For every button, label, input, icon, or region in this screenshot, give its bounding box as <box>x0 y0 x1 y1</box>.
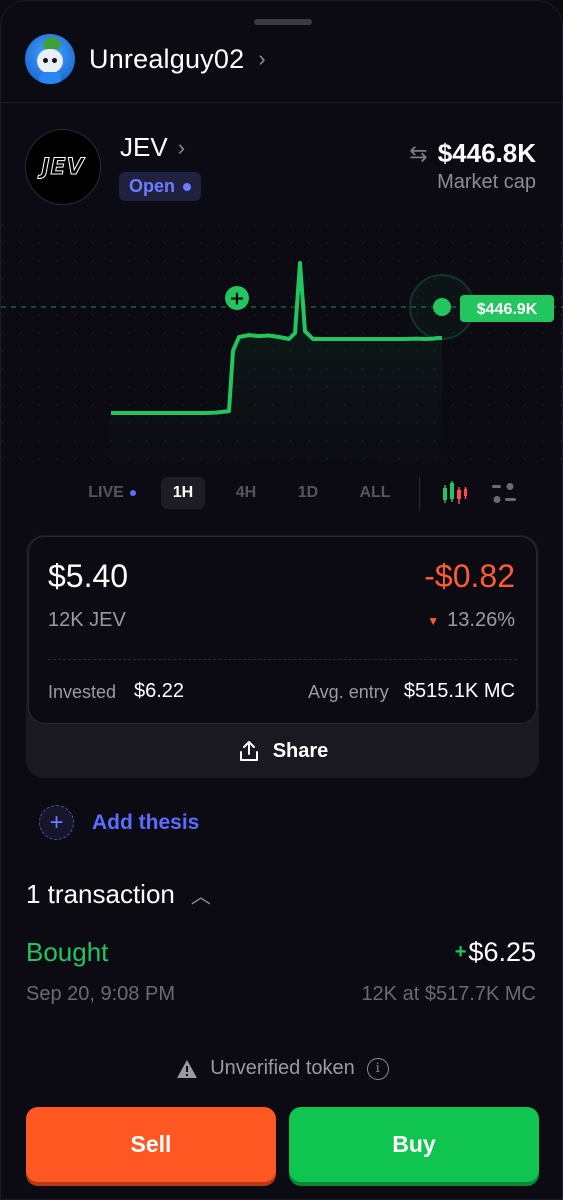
current-price-tag-label: $446.9K <box>477 301 538 318</box>
avg-entry-label: Avg. entry <box>308 682 389 702</box>
token-logo-text: JEV <box>41 154 85 180</box>
transaction-type: Bought <box>26 937 109 967</box>
tab-1h[interactable]: 1H <box>161 477 205 509</box>
share-icon <box>239 741 258 761</box>
price-chart[interactable]: + $446.9K <box>1 223 563 463</box>
warning-icon <box>177 1059 198 1078</box>
tab-1d-label: 1D <box>297 484 319 501</box>
swap-icon: ⇆ <box>409 140 428 166</box>
tab-live[interactable]: LIVE <box>79 477 145 509</box>
token-name: JEV <box>120 132 168 162</box>
transaction-detail: 12K at $517.7K MC <box>361 983 536 1005</box>
position-amount: 12K JEV <box>48 609 126 631</box>
share-button[interactable]: Share <box>26 725 539 777</box>
dashed-divider <box>48 659 517 660</box>
sliders-icon[interactable] <box>490 480 518 506</box>
position-pct-value: 13.26% <box>447 609 515 631</box>
avatar <box>25 34 75 84</box>
down-triangle-icon: ▼ <box>427 613 440 628</box>
chevron-right-icon: › <box>258 46 266 71</box>
invested-value: $6.22 <box>134 680 185 702</box>
add-thesis-button[interactable]: + Add thesis <box>39 805 199 840</box>
sell-button[interactable]: Sell <box>26 1107 276 1182</box>
info-icon[interactable]: i <box>366 1057 389 1080</box>
range-divider <box>419 477 420 511</box>
username: Unrealguy02 <box>89 43 245 74</box>
position-pnl: -$0.82 <box>424 558 515 594</box>
market-cap-label: Market cap <box>437 171 536 193</box>
invested-label: Invested <box>48 682 117 702</box>
buy-button[interactable]: Buy <box>289 1107 539 1182</box>
plus-icon: + <box>39 805 74 840</box>
chevron-up-icon: ︿ <box>190 886 211 908</box>
transaction-amount-value: $6.25 <box>468 937 536 967</box>
plus-sign: + <box>454 941 467 963</box>
unverified-notice: Unverified token i <box>1 1057 563 1080</box>
avg-entry-value: $515.1K MC <box>403 680 515 702</box>
bottom-sheet: Unrealguy02 › JEV JEV › Open ⇆ $446.8K M… <box>0 0 563 1200</box>
share-label: Share <box>272 739 329 762</box>
tab-all-label: ALL <box>359 484 391 501</box>
live-dot <box>129 490 136 496</box>
tab-all[interactable]: ALL <box>351 477 399 509</box>
current-point <box>433 298 451 316</box>
current-price-tag: $446.9K <box>460 295 554 322</box>
svg-text:+: + <box>229 288 245 310</box>
range-selector: LIVE 1H 4H 1D ALL <box>1 473 563 513</box>
position-pct: ▼ 13.26% <box>427 609 515 632</box>
chevron-right-icon: › <box>177 134 186 160</box>
buy-label: Buy <box>392 1131 436 1157</box>
position-value: $5.40 <box>48 558 129 594</box>
transactions-toggle[interactable]: 1 transaction ︿ <box>26 879 211 910</box>
tab-live-label: LIVE <box>88 484 124 501</box>
token-logo[interactable]: JEV <box>25 129 101 205</box>
sell-label: Sell <box>130 1131 172 1157</box>
candles-icon[interactable] <box>441 480 469 506</box>
status-dot <box>183 182 192 191</box>
divider <box>1 102 563 103</box>
transaction-amount: + $6.25 <box>455 937 536 968</box>
tab-4h-label: 4H <box>235 484 257 501</box>
sheet-grabber[interactable] <box>254 19 312 25</box>
market-cap-value[interactable]: ⇆ $446.8K <box>409 138 536 169</box>
status-badge: Open <box>119 172 202 201</box>
transaction-date: Sep 20, 9:08 PM <box>26 983 175 1005</box>
status-label: Open <box>129 176 176 196</box>
user-row[interactable]: Unrealguy02 › <box>25 33 266 85</box>
add-thesis-label: Add thesis <box>92 810 200 834</box>
tab-4h[interactable]: 4H <box>224 477 268 509</box>
buy-marker[interactable]: + <box>225 286 249 310</box>
token-name-link[interactable]: JEV › <box>120 132 185 163</box>
market-cap-amount: $446.8K <box>437 138 536 168</box>
tab-1d[interactable]: 1D <box>286 477 330 509</box>
unverified-label: Unverified token <box>210 1057 355 1079</box>
tab-1h-label: 1H <box>172 484 194 501</box>
transactions-header: 1 transaction <box>26 879 175 909</box>
